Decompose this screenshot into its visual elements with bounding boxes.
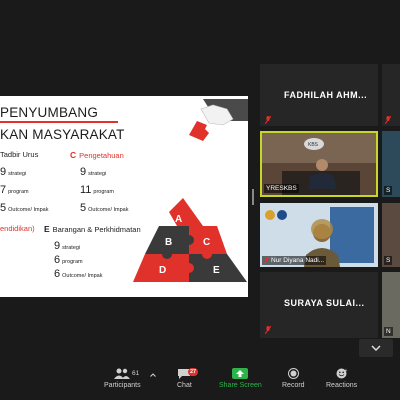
participant-name: FADHILAH AHM...	[284, 90, 368, 100]
share-screen-icon	[232, 368, 249, 379]
caret-up-icon[interactable]	[150, 373, 156, 377]
title-underline	[0, 121, 118, 123]
puzzle-label-c: C	[203, 237, 210, 248]
puzzle-label-a: A	[175, 214, 182, 225]
participant-tile-side-2[interactable]: S	[382, 131, 400, 197]
participant-tile-side-3[interactable]: S	[382, 203, 400, 267]
splitter-handle[interactable]	[252, 189, 254, 205]
video-name-label: N	[384, 327, 393, 336]
slide-title-line1: PENYUMBANG	[0, 105, 99, 120]
video-name-label: S	[384, 256, 393, 265]
section-tadbir-header: Tadbir Urus	[0, 150, 39, 159]
video-name-label: S	[384, 186, 393, 195]
participant-tile-nur-diyana[interactable]: Nur Diyana Nadi...	[260, 203, 378, 267]
shared-screen-slide: PENYUMBANG KAN MASYARAKAT Tadbir Urus 9s…	[0, 96, 248, 297]
puzzle-label-b: B	[165, 237, 172, 248]
zoom-meeting-window: PENYUMBANG KAN MASYARAKAT Tadbir Urus 9s…	[0, 0, 400, 400]
muted-mic-icon	[264, 257, 269, 264]
chevron-down-icon	[371, 345, 381, 351]
meeting-toolbar: Participants 61 Chat 27 Share Screen Rec…	[0, 362, 400, 400]
video-name-label: Nur Diyana Nadi...	[262, 256, 327, 265]
svg-text:+: +	[344, 368, 347, 374]
section-pengetahuan-header: C Pengetahuan	[70, 150, 124, 160]
tadbir-row-program: 7 program	[0, 184, 29, 196]
slide-title-line2: KAN MASYARAKAT	[0, 127, 125, 142]
section-barangan-header: E Barangan & Perkhidmatan	[44, 224, 141, 234]
participant-tile-fadhilah[interactable]: FADHILAH AHM...	[260, 64, 378, 126]
participant-tile-suraya[interactable]: SURAYA SULAI...	[260, 272, 378, 338]
tadbir-row-strategi: 9 strategi	[0, 166, 27, 178]
yreskbs-logo-text: KBS	[308, 142, 319, 148]
muted-mic-icon	[265, 116, 271, 124]
puzzle-label-e: E	[213, 265, 220, 276]
participant-tile-side-4[interactable]: N	[382, 272, 400, 338]
pengetahuan-row-program: 11 program	[80, 184, 114, 196]
video-gallery: FADHILAH AHM... KBS YRESKBS S Nur Diyana…	[258, 64, 400, 339]
puzzle-label-d: D	[159, 265, 166, 276]
chat-unread-badge: 27	[188, 368, 199, 376]
share-screen-button[interactable]: Share Screen	[219, 368, 262, 389]
participants-icon	[114, 368, 131, 379]
reactions-button[interactable]: + Reactions	[326, 368, 357, 389]
tadbir-row-outcome: 5 Outcome/ Impak	[0, 202, 49, 214]
video-name-label: YRESKBS	[264, 184, 299, 193]
participants-count: 61	[132, 370, 140, 377]
participant-tile-side-1[interactable]	[382, 64, 400, 126]
muted-mic-icon	[385, 116, 391, 124]
participant-name: SURAYA SULAI...	[284, 298, 365, 308]
pengetahuan-row-strategi: 9 strategi	[80, 166, 107, 178]
section-pendidikan-header: endidikan)	[0, 224, 35, 233]
record-icon	[287, 368, 299, 379]
participant-tile-yreskbs[interactable]: KBS YRESKBS	[260, 131, 378, 197]
puzzle-pyramid-graphic: A B C D E	[133, 198, 247, 282]
record-button[interactable]: Record	[282, 368, 305, 389]
barangan-row-outcome: 6 Outcome/ Impak	[54, 268, 103, 280]
pengetahuan-row-outcome: 5 Outcome/ Impak	[80, 202, 129, 214]
gallery-next-page-button[interactable]	[359, 339, 393, 357]
hand-holding-puzzle-icon	[189, 99, 248, 141]
muted-mic-icon	[265, 326, 271, 334]
smiley-icon: +	[336, 368, 347, 379]
